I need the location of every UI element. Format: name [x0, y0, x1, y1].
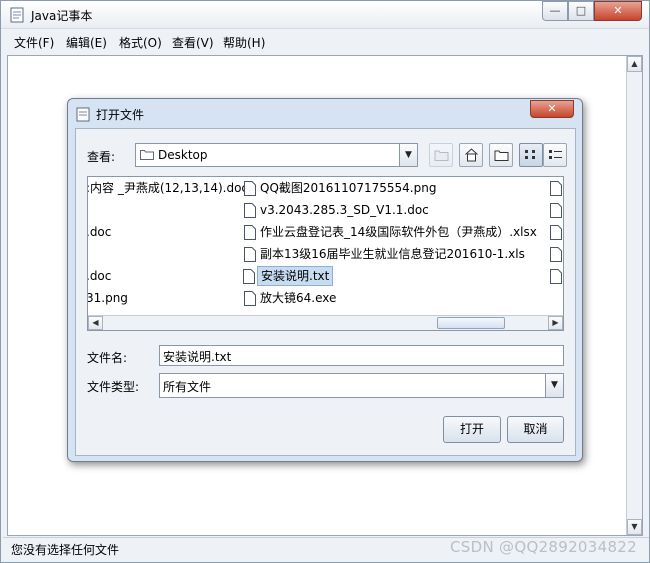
open-button[interactable]: 打开 — [443, 416, 501, 443]
file-icon — [550, 247, 562, 262]
file-name: v3.2043.285.3_SD_V1.1.doc — [260, 203, 429, 217]
new-folder-icon — [494, 150, 509, 161]
scroll-down-icon[interactable]: ▼ — [627, 519, 642, 535]
details-view-icon — [549, 150, 562, 159]
file-name: 副本13级16届毕业生就业信息登记201610-1.xls — [260, 247, 525, 261]
menu-edit[interactable]: 编辑(E) — [66, 34, 107, 51]
file-icon — [550, 269, 562, 284]
file-type-label: 文件类型: — [87, 380, 140, 394]
file-name: .doc — [87, 269, 112, 283]
list-item[interactable]: 31.png — [87, 288, 128, 308]
list-item[interactable]: .doc — [87, 266, 112, 286]
file-name: 作业云盘登记表_14级国际软件外包（尹燕成）.xlsx — [260, 225, 537, 239]
file-name: 31.png — [87, 291, 128, 305]
menu-file[interactable]: 文件(F) — [14, 34, 54, 51]
file-icon — [550, 203, 562, 218]
menu-format[interactable]: 格式(O) — [119, 34, 162, 51]
menu-view[interactable]: 查看(V) — [172, 34, 214, 51]
dialog-close-button[interactable]: ✕ — [530, 100, 574, 118]
list-view-button[interactable] — [519, 143, 543, 167]
maximize-button[interactable]: □ — [568, 1, 594, 21]
up-folder-icon — [434, 150, 449, 161]
folder-icon — [140, 150, 154, 160]
minimize-button[interactable]: — — [542, 1, 568, 21]
file-icon — [244, 181, 256, 196]
editor-vertical-scrollbar[interactable]: ▲ ▼ — [626, 56, 642, 535]
file-icon — [244, 247, 256, 262]
title-bar[interactable]: Java记事本 — □ ✕ — [1, 1, 649, 29]
open-file-dialog: 打开文件 ✕ 查看: Desktop ▼:内容 _尹燕成(12,13,14).… — [67, 98, 583, 462]
dialog-body: 查看: Desktop ▼:内容 _尹燕成(12,13,14).doc .do… — [75, 128, 576, 456]
file-icon — [550, 225, 562, 240]
home-button[interactable] — [459, 143, 483, 167]
scroll-up-icon[interactable]: ▲ — [627, 56, 642, 72]
menu-bar: 文件(F) 编辑(E) 格式(O) 查看(V) 帮助(H) — [3, 31, 647, 53]
file-name-label: 文件名: — [87, 351, 128, 365]
up-folder-button[interactable] — [429, 143, 453, 167]
list-item[interactable]: .doc — [87, 222, 112, 242]
chevron-down-icon[interactable]: ▼ — [545, 374, 563, 397]
cancel-button[interactable]: 取消 — [507, 416, 564, 443]
file-name-field[interactable]: 安装说明.txt — [159, 345, 564, 366]
file-list[interactable]: :内容 _尹燕成(12,13,14).doc .doc .doc 31.png … — [87, 176, 564, 331]
home-icon — [465, 148, 478, 162]
look-in-value: Desktop — [158, 148, 208, 162]
file-type-combo[interactable]: 所有文件 ▼ — [159, 373, 564, 398]
file-icon — [244, 203, 256, 218]
dialog-app-icon — [76, 107, 90, 122]
file-name: .doc — [87, 225, 112, 239]
close-button[interactable]: ✕ — [594, 1, 642, 21]
look-in-combo[interactable]: Desktop ▼ — [135, 143, 418, 167]
file-icon — [550, 181, 562, 196]
scroll-right-icon[interactable]: ▶ — [548, 316, 563, 330]
file-icon — [244, 291, 256, 306]
file-name: :内容 _尹燕成(12,13,14).doc — [87, 181, 249, 195]
status-bar: 您没有选择任何文件 CSDN @QQ2892034822 — [3, 537, 649, 561]
file-name: QQ截图20161107175554.png — [260, 181, 437, 195]
list-item[interactable]: :内容 _尹燕成(12,13,14).doc — [87, 178, 249, 198]
chevron-down-icon[interactable]: ▼ — [399, 144, 417, 166]
list-view-icon — [525, 150, 535, 159]
scroll-thumb[interactable] — [437, 317, 505, 329]
window-title: Java记事本 — [31, 9, 93, 23]
new-folder-button[interactable] — [489, 143, 513, 167]
file-icon — [244, 225, 256, 240]
look-in-label: 查看: — [87, 150, 116, 164]
menu-help[interactable]: 帮助(H) — [223, 34, 265, 51]
status-text: 您没有选择任何文件 — [11, 543, 120, 557]
watermark: CSDN @QQ2892034822 — [450, 538, 637, 556]
file-icon — [243, 269, 255, 284]
app-icon — [10, 7, 24, 23]
file-name: 安装说明.txt — [257, 266, 334, 286]
dialog-title: 打开文件 — [96, 108, 145, 122]
details-view-button[interactable] — [543, 143, 567, 167]
file-type-value: 所有文件 — [163, 380, 212, 394]
scroll-left-icon[interactable]: ◀ — [88, 316, 103, 330]
file-list-horizontal-scrollbar[interactable]: ◀ ▶ — [88, 315, 563, 330]
file-name: 放大镜64.exe — [260, 291, 337, 305]
